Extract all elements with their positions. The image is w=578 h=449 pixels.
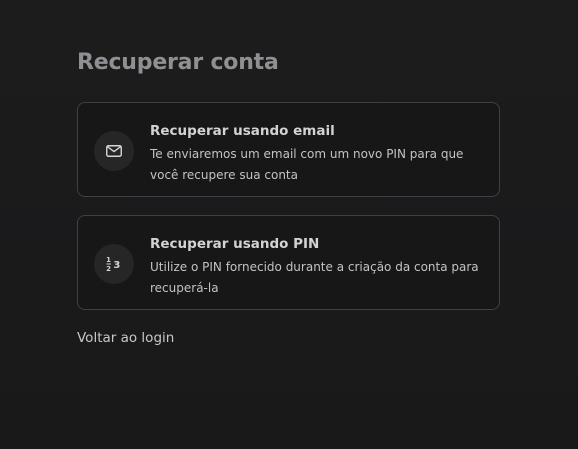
page-title: Recuperar conta	[77, 50, 279, 75]
option-email-title: Recuperar usando email	[150, 123, 335, 139]
svg-text:1: 1	[106, 256, 111, 264]
option-email-description: Te enviaremos um email com um novo PIN p…	[150, 147, 464, 182]
recover-account-page: Recuperar conta Recuperar usando email T…	[0, 0, 578, 449]
option-pin-description: Utilize o PIN fornecido durante a criaçã…	[150, 260, 479, 295]
option-pin-title: Recuperar usando PIN	[150, 236, 320, 252]
svg-text:3: 3	[113, 260, 120, 271]
fraction-numbers-icon: 1 2 3	[94, 244, 134, 284]
recover-by-email-option[interactable]: Recuperar usando email Te enviaremos um …	[77, 102, 500, 197]
mail-icon	[94, 131, 134, 171]
recover-by-pin-option[interactable]: 1 2 3 Recuperar usando PIN Utilize o PIN…	[77, 215, 500, 310]
svg-text:2: 2	[106, 265, 111, 273]
back-to-login-link[interactable]: Voltar ao login	[77, 328, 174, 348]
